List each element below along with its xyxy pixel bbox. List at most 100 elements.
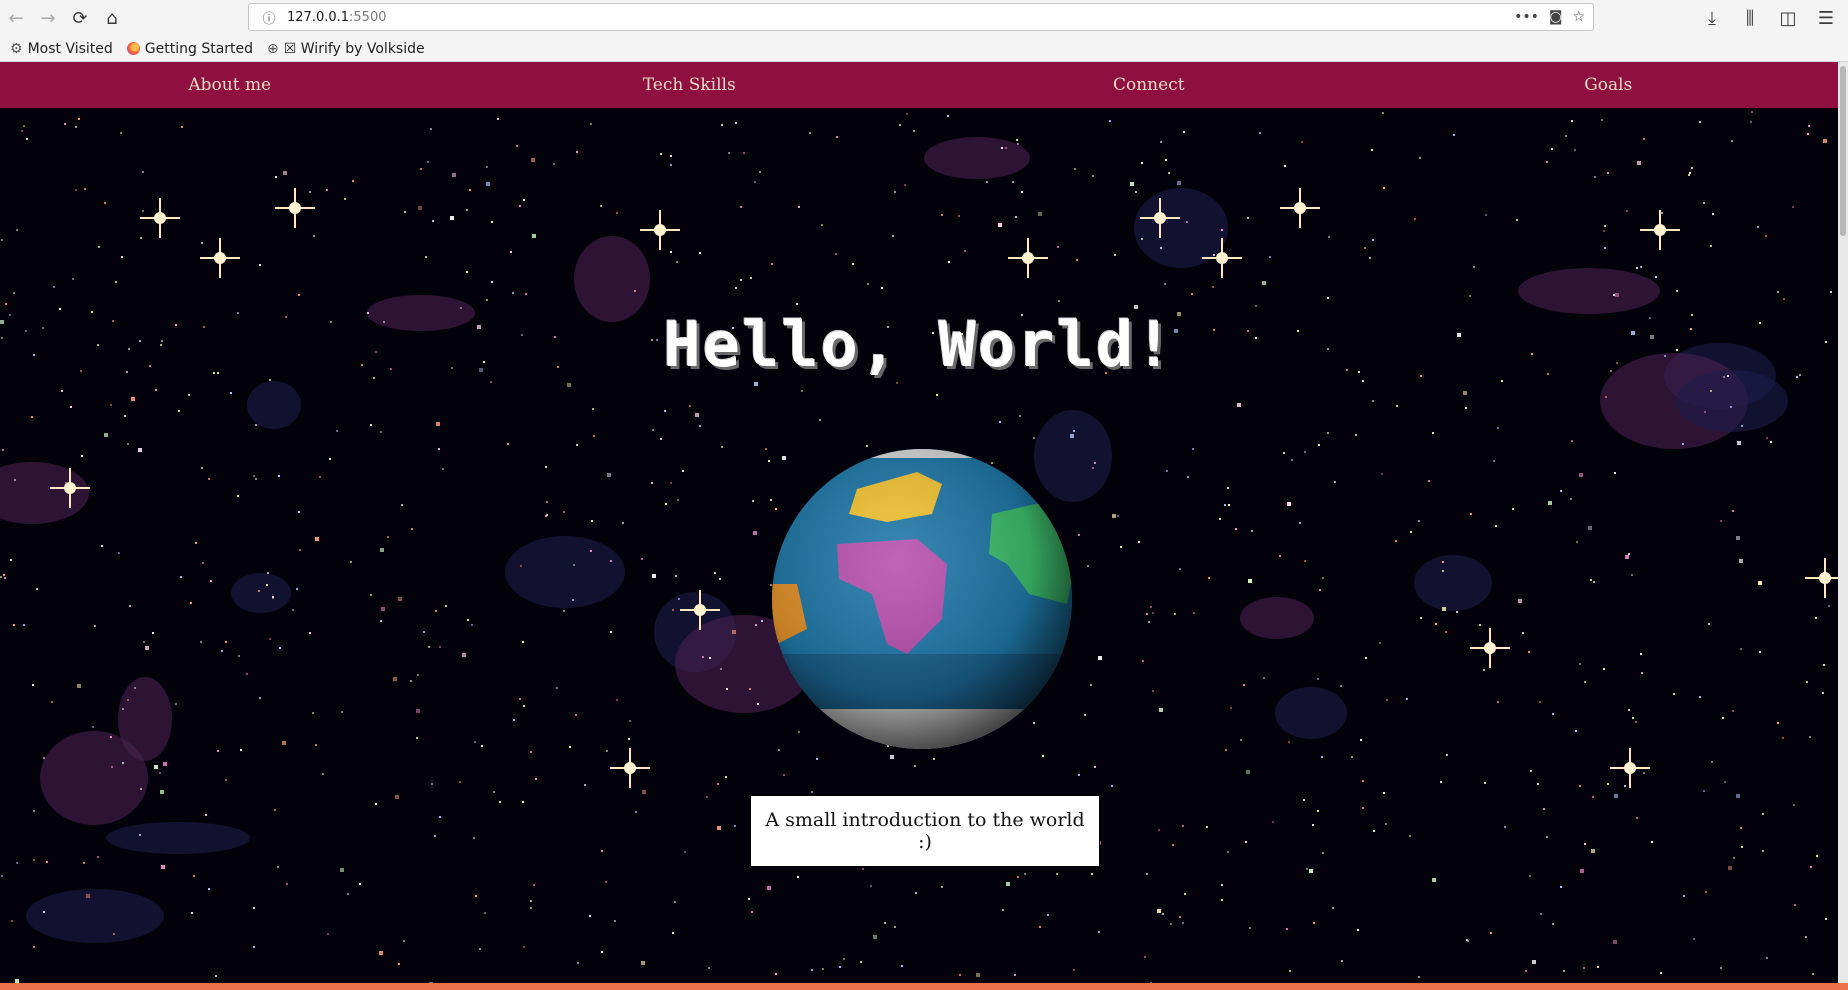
star <box>728 152 730 154</box>
star <box>1637 161 1641 165</box>
star <box>1614 472 1616 474</box>
star <box>1033 437 1035 439</box>
star <box>678 598 680 600</box>
star <box>344 198 346 200</box>
star <box>1263 677 1265 679</box>
star <box>1245 841 1247 843</box>
star <box>1304 451 1306 453</box>
star <box>326 189 328 191</box>
star <box>941 214 943 216</box>
star <box>726 688 728 690</box>
star <box>605 881 607 883</box>
star <box>1179 916 1181 918</box>
downloads-icon[interactable]: ⤓ <box>1696 2 1728 34</box>
star <box>1313 922 1315 924</box>
star <box>350 561 352 563</box>
star <box>1614 794 1618 798</box>
star <box>660 438 662 440</box>
pocket-icon[interactable]: ◙ <box>1549 9 1563 25</box>
star <box>936 394 938 396</box>
star <box>410 680 412 682</box>
star <box>1152 612 1154 614</box>
star <box>1601 119 1603 121</box>
star <box>1208 577 1210 579</box>
star <box>1158 829 1160 831</box>
star <box>709 657 711 659</box>
bookmark-star-icon[interactable]: ☆ <box>1572 9 1585 25</box>
star <box>899 124 901 126</box>
star <box>607 473 611 477</box>
star <box>438 448 440 450</box>
star <box>1603 668 1605 670</box>
back-icon[interactable]: ← <box>0 2 32 34</box>
star <box>1162 913 1164 915</box>
star <box>1552 713 1554 715</box>
page-scrollbar[interactable] <box>1838 62 1848 983</box>
star <box>651 482 653 484</box>
gear-icon: ⚙ <box>10 40 23 57</box>
star <box>1689 172 1691 174</box>
star <box>915 892 917 894</box>
star <box>341 711 343 713</box>
menu-icon[interactable]: ☰ <box>1810 2 1842 34</box>
nav-connect[interactable]: Connect <box>919 75 1379 95</box>
star <box>642 790 646 794</box>
star <box>959 974 961 976</box>
star <box>590 550 592 552</box>
star <box>1146 613 1148 615</box>
star <box>481 745 483 747</box>
star <box>1328 236 1330 238</box>
star <box>1691 167 1693 169</box>
star <box>1073 969 1075 971</box>
star <box>1591 849 1595 853</box>
star <box>1172 844 1174 846</box>
bookmark-most-visited[interactable]: ⚙ Most Visited <box>10 41 113 57</box>
star <box>652 574 656 578</box>
star <box>1038 212 1042 216</box>
bookmark-getting-started[interactable]: Getting Started <box>126 41 253 57</box>
site-info-icon[interactable]: ⓘ <box>257 8 281 27</box>
star <box>593 435 595 437</box>
star <box>1084 714 1086 716</box>
star <box>1098 656 1102 660</box>
star <box>1309 869 1313 873</box>
star <box>1306 868 1308 870</box>
star <box>1467 940 1469 942</box>
library-icon[interactable]: ⫼ <box>1734 2 1766 34</box>
forward-icon[interactable]: → <box>32 2 64 34</box>
star <box>1111 785 1113 787</box>
star <box>201 242 203 244</box>
star <box>155 389 157 391</box>
star <box>398 963 400 965</box>
reload-icon[interactable]: ⟳ <box>64 2 96 34</box>
home-icon[interactable]: ⌂ <box>96 2 128 34</box>
star <box>913 130 915 132</box>
star <box>1740 648 1742 650</box>
star <box>1626 210 1628 212</box>
address-bar[interactable]: ⓘ 127.0.0.1:5500 ••• ◙ ☆ <box>248 3 1594 31</box>
star <box>1321 756 1323 758</box>
star <box>516 145 518 147</box>
star <box>904 184 906 186</box>
star <box>1318 444 1320 446</box>
star <box>1731 140 1733 142</box>
nav-tech-skills[interactable]: Tech Skills <box>460 75 920 95</box>
scrollbar-thumb[interactable] <box>1840 66 1846 236</box>
star <box>1341 960 1343 962</box>
star <box>473 837 475 839</box>
nav-goals[interactable]: Goals <box>1379 75 1839 95</box>
star <box>253 907 255 909</box>
star <box>563 610 565 612</box>
star <box>1625 555 1629 559</box>
star <box>1493 460 1495 462</box>
star <box>86 894 90 898</box>
star <box>1235 528 1237 530</box>
nav-about-me[interactable]: About me <box>0 75 460 95</box>
bookmark-wirify[interactable]: ⊕ ☒ Wirify by Volkside <box>267 41 425 57</box>
star <box>479 948 481 950</box>
star <box>375 803 377 805</box>
star <box>1092 467 1094 469</box>
page-actions-icon[interactable]: ••• <box>1514 9 1539 25</box>
sidebar-icon[interactable]: ◫ <box>1772 2 1804 34</box>
star <box>520 565 522 567</box>
